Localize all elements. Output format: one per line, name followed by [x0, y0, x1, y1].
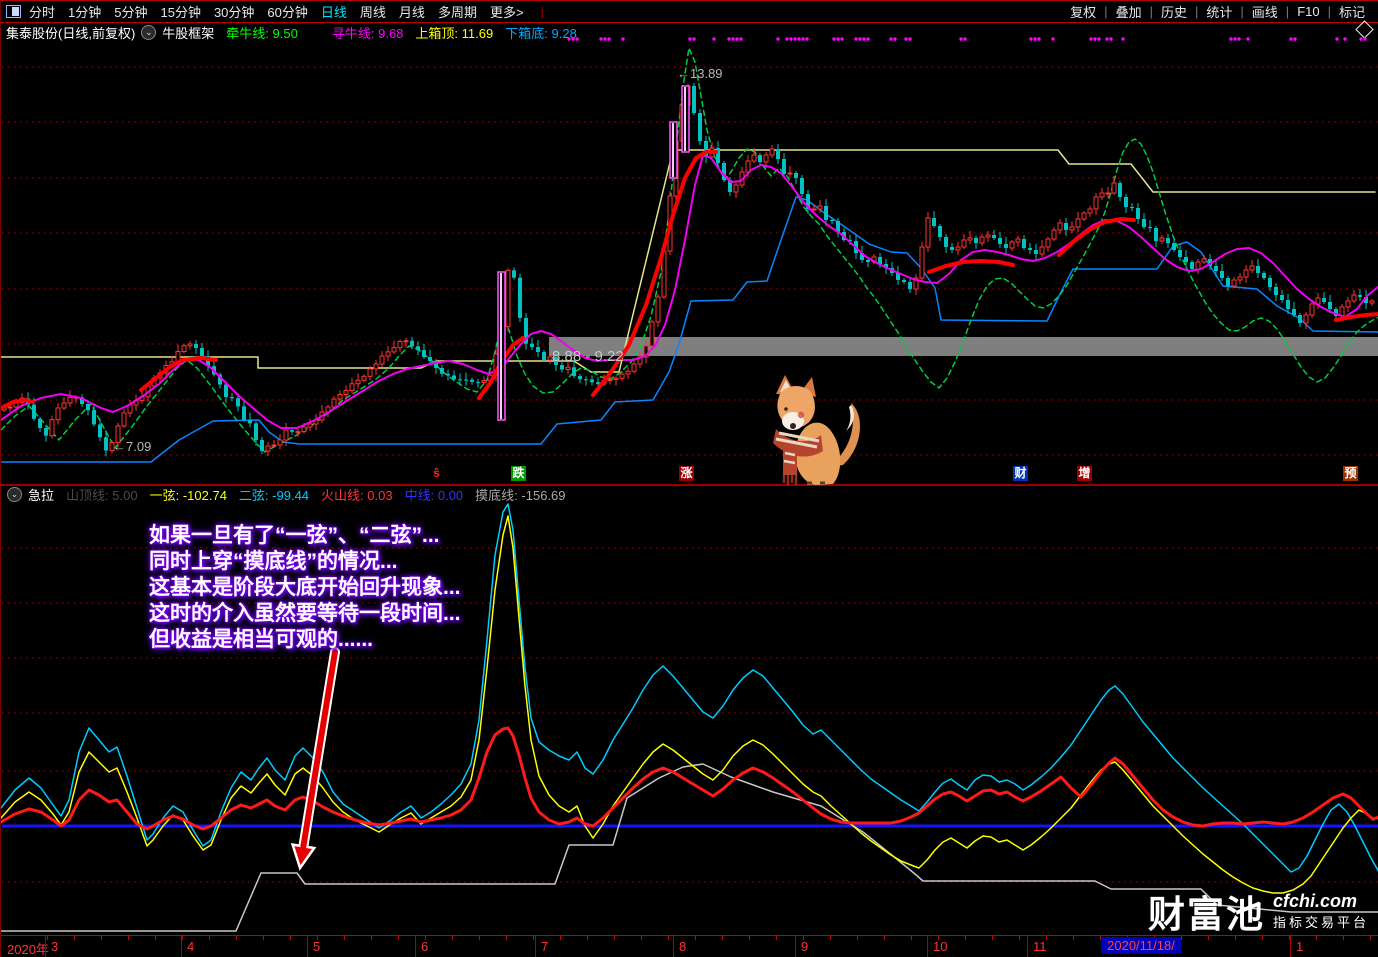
shanding-line-value: 山顶线: 5.00 [66, 487, 138, 503]
watermark: 财富池 cfchi.com 指标交易平台 [1148, 884, 1369, 938]
signal-marker: 涨 [679, 466, 694, 481]
time-axis[interactable]: 2020年 2020/11/18/三 345678910111 [1, 936, 1378, 957]
axis-month-label: 9 [801, 939, 809, 954]
signal-marker: 增 [1077, 466, 1092, 481]
box-range-label: 8.88 - 9.22 [552, 348, 624, 365]
strategy-note-annotation: 如果一旦有了“一弦”、“二弦”... 同时上穿“摸底线”的情况... 这基本是阶… [149, 524, 461, 651]
erxian-value: 二弦: -99.44 [238, 487, 310, 503]
fox-mascot-image [773, 375, 861, 485]
modi-line-value: 摸底线: -156.69 [475, 487, 566, 503]
axis-year-label: 2020年 [7, 942, 49, 957]
axis-month-label: 5 [313, 939, 321, 954]
selected-date-label: 2020/11/18/三 [1101, 937, 1181, 957]
axis-month-label: 4 [187, 939, 195, 954]
axis-month-label: 1 [1296, 939, 1304, 954]
signal-marker: ŝ [433, 466, 440, 480]
sub-indicator-header: ⌄ 急拉 山顶线: 5.00 一弦: -102.74 二弦: -99.44 火山… [1, 486, 1378, 503]
zhongxian-value: 中线: 0.00 [404, 487, 464, 503]
main-pane[interactable] [1, 37, 1378, 463]
watermark-domain: cfchi.com [1272, 891, 1358, 911]
yixian-value: 一弦: -102.74 [149, 487, 227, 503]
signal-marker: 跌 [511, 466, 526, 481]
watermark-brand: 财富池 [1147, 894, 1265, 935]
axis-month-label: 8 [679, 939, 687, 954]
stock-app-window: 分时 1分钟 5分钟 15分钟 30分钟 60分钟 日线 周线 月线 多周期 更… [0, 0, 1378, 957]
watermark-tagline: 指标交易平台 [1272, 915, 1369, 930]
low-price-label: ←7.09 [113, 439, 152, 454]
peak-price-label: ←13.89 [677, 66, 723, 81]
chevron-down-icon[interactable]: ⌄ [7, 486, 22, 502]
sub-indicator-name: 急拉 [28, 487, 55, 503]
axis-month-label: 3 [51, 939, 59, 954]
huoshan-line-value: 火山线: 0.03 [321, 487, 393, 503]
axis-month-label: 10 [933, 939, 948, 954]
signal-marker: 预 [1343, 466, 1358, 481]
axis-month-label: 7 [541, 939, 549, 954]
axis-month-label: 6 [421, 939, 429, 954]
axis-month-label: 11 [1033, 939, 1047, 954]
signal-marker: 财 [1013, 466, 1028, 481]
